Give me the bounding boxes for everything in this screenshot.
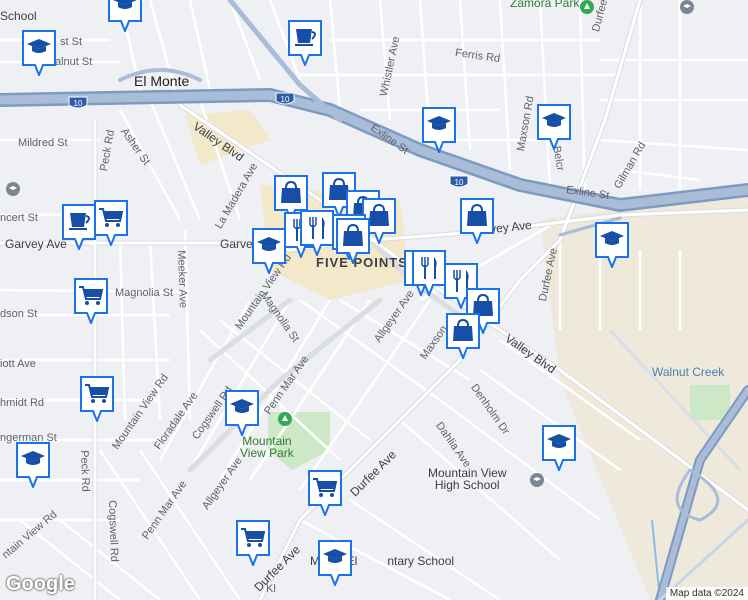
shopping-bag-icon bbox=[446, 313, 480, 359]
concert-st-label: ncert St bbox=[0, 212, 38, 224]
school-poi-icon[interactable] bbox=[6, 182, 20, 196]
map-pin-shopping-bag[interactable] bbox=[446, 313, 480, 359]
mountain-view-high-school-label: Mountain View High School bbox=[428, 466, 507, 492]
map-canvas[interactable]: 10 10 10 School Zamora Park Durfee Ave s… bbox=[0, 0, 748, 600]
restaurant-icon bbox=[300, 210, 334, 256]
svg-text:10: 10 bbox=[455, 178, 464, 187]
map-pin-school[interactable] bbox=[22, 30, 56, 76]
map-pin-coffee[interactable] bbox=[62, 204, 96, 250]
school-icon bbox=[225, 390, 259, 436]
map-pin-school[interactable] bbox=[252, 228, 286, 274]
map-pin-cart[interactable] bbox=[80, 376, 114, 422]
street-label: st St bbox=[60, 36, 83, 48]
map-pin-cart[interactable] bbox=[74, 278, 108, 324]
interstate-10-shield-mid: 10 bbox=[275, 92, 295, 105]
school-icon bbox=[252, 228, 286, 274]
map-pin-restaurant[interactable] bbox=[300, 210, 334, 256]
map-pin-school[interactable] bbox=[537, 104, 571, 150]
school-icon bbox=[22, 30, 56, 76]
map-pin-school[interactable] bbox=[422, 107, 456, 153]
cart-icon bbox=[94, 200, 128, 246]
cogswell-rd-label-2: Cogswell Rd bbox=[106, 500, 121, 563]
school-icon bbox=[542, 425, 576, 471]
school-poi-icon[interactable] bbox=[680, 0, 694, 14]
school-icon bbox=[108, 0, 142, 32]
cart-icon bbox=[236, 520, 270, 566]
google-logo: Google bbox=[6, 573, 75, 595]
map-pin-shopping-bag[interactable] bbox=[336, 218, 370, 264]
walnut-st-label: alnut St bbox=[55, 56, 93, 68]
coffee-icon bbox=[288, 20, 322, 66]
garvey-ave-label-left: Garvey Ave bbox=[5, 237, 67, 251]
school-icon bbox=[16, 442, 50, 488]
map-pin-coffee[interactable] bbox=[288, 20, 322, 66]
map-pin-cart[interactable] bbox=[94, 200, 128, 246]
map-pin-school[interactable] bbox=[542, 425, 576, 471]
mildred-st-label: Mildred St bbox=[18, 137, 68, 149]
park-poi-icon[interactable] bbox=[580, 0, 594, 14]
map-pin-school[interactable] bbox=[225, 390, 259, 436]
dodson-st-label: dson St bbox=[0, 308, 38, 320]
peck-rd-label-bottom: Peck Rd bbox=[78, 450, 92, 492]
elliott-ave-label: iott Ave bbox=[0, 358, 36, 370]
map-pin-cart[interactable] bbox=[308, 470, 342, 516]
map-pin-school[interactable] bbox=[16, 442, 50, 488]
walnut-creek-label: Walnut Creek bbox=[652, 365, 725, 379]
map-attribution[interactable]: Map data ©2024 bbox=[665, 587, 748, 600]
school-icon bbox=[595, 222, 629, 268]
map-pin-restaurant[interactable] bbox=[412, 250, 446, 296]
svg-text:10: 10 bbox=[281, 95, 290, 104]
school-poi-icon[interactable] bbox=[530, 473, 544, 487]
school-icon bbox=[318, 540, 352, 586]
magnolia-st-label: Magnolia St bbox=[115, 287, 174, 299]
coffee-icon bbox=[62, 204, 96, 250]
garvey-ave-label-mid: Garve bbox=[220, 237, 253, 251]
schmidt-rd-label: hmidt Rd bbox=[0, 397, 45, 409]
cart-icon bbox=[74, 278, 108, 324]
street-label-kl: Kl bbox=[266, 583, 276, 595]
mountain-view-park-label: Mountain View Park bbox=[240, 434, 294, 460]
school-icon bbox=[537, 104, 571, 150]
school-icon bbox=[422, 107, 456, 153]
map-pin-school[interactable] bbox=[108, 0, 142, 32]
map-pin-shopping-bag[interactable] bbox=[460, 198, 494, 244]
cart-icon bbox=[308, 470, 342, 516]
restaurant-icon bbox=[412, 250, 446, 296]
el-monte-label: El Monte bbox=[134, 73, 190, 89]
map-pin-cart[interactable] bbox=[236, 520, 270, 566]
zamora-park-label: Zamora Park bbox=[510, 0, 580, 10]
cart-icon bbox=[80, 376, 114, 422]
interstate-10-shield-left: 10 bbox=[68, 96, 88, 109]
meeker-ave-label: Meeker Ave bbox=[175, 250, 190, 309]
park-poi-icon[interactable] bbox=[278, 412, 292, 426]
interstate-10-shield-right: 10 bbox=[449, 175, 469, 188]
map-pin-school[interactable] bbox=[318, 540, 352, 586]
svg-text:10: 10 bbox=[74, 99, 83, 108]
shopping-bag-icon bbox=[460, 198, 494, 244]
shopping-bag-icon bbox=[336, 218, 370, 264]
map-pin-school[interactable] bbox=[595, 222, 629, 268]
school-label-top: School bbox=[0, 9, 37, 23]
